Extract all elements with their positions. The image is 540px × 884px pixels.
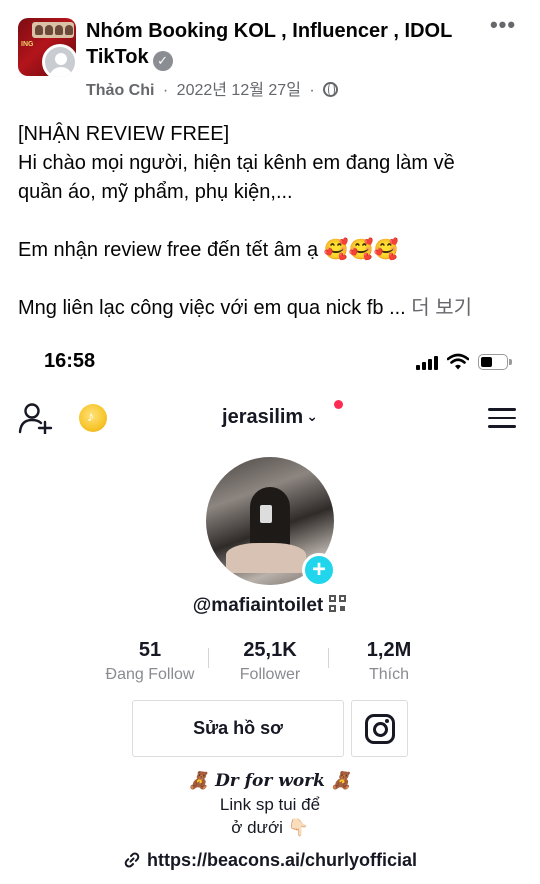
stat-label: Follower [239,666,301,683]
group-name[interactable]: Nhóm Booking KOL , Influencer , IDOL Tik… [86,18,481,71]
stat-likes[interactable]: 1,2M Thích [329,637,449,687]
globe-icon [323,82,339,97]
group-name-link[interactable]: Nhóm Booking KOL , Influencer , IDOL Tik… [86,20,452,68]
stat-label: Đang Follow [105,666,195,683]
more-dots-icon: ••• [489,12,517,37]
post-header: ING Nhóm Booking KOL , Influencer , IDOL… [0,0,540,108]
plus-icon: + [311,556,326,583]
bio-link-text[interactable]: https://beacons.ai/churlyofficial [147,850,417,870]
post-line: Hi chào mọi người, hiện tại kênh em đang… [18,152,455,174]
chevron-down-icon: ⌄ [306,408,318,424]
add-photo-button[interactable]: + [302,553,336,587]
status-time: 16:58 [44,350,96,372]
author-name[interactable]: Thảo Chi [86,82,154,99]
bio-line: ở dưới 👇🏻 [231,818,309,837]
author-avatar[interactable] [42,44,78,80]
post-date[interactable]: 2022년 12월 27일 [177,82,301,99]
bio-line: 🧸 Dr for work 🧸 [187,771,353,791]
qr-code-icon[interactable] [329,595,347,613]
post-text: [NHẬN REVIEW FREE] Hi chào mọi người, hi… [18,120,528,323]
post-line: [NHẬN REVIEW FREE] [18,123,230,145]
instagram-icon [365,714,395,744]
post-line-last: Mng liên lạc công việc với em qua nick f… [18,297,473,319]
account-switcher[interactable]: jerasilim ⌄ [0,406,540,429]
bio-line: Link sp tui để [219,795,321,814]
wifi-icon [447,353,469,370]
link-icon [124,852,140,868]
tiktok-profile-nav: jerasilim⌄ [0,392,540,442]
post-meta: Thảo Chi · 2022년 12월 27일 · [86,76,339,100]
see-more-link[interactable]: 더 보기 [411,297,472,319]
status-bar: 16:58 [0,344,540,380]
more-options-button[interactable]: ••• [486,14,520,38]
stat-following[interactable]: 51 Đang Follow [90,637,210,687]
profile-handle: @mafiaintoilet [0,595,540,617]
stat-value: 25,1K [243,639,297,661]
bio-link[interactable]: https://beacons.ai/churlyofficial [0,850,540,871]
battery-icon [478,354,512,370]
edit-profile-button[interactable]: Sửa hồ sơ [132,700,344,757]
notification-dot [334,400,343,409]
stat-followers[interactable]: 25,1K Follower [210,637,330,687]
group-avatar-text: ING [21,41,34,48]
post-line: Em nhận review free đến tết âm ạ 🥰🥰🥰 [18,239,399,261]
post-line: quần áo, mỹ phẩm, phụ kiện,... [18,181,293,203]
stat-value: 1,2M [366,639,412,661]
stat-value: 51 [138,639,162,661]
instagram-button[interactable] [351,700,408,757]
menu-icon[interactable] [488,408,516,428]
account-username: jerasilim [222,406,304,428]
profile-bio: 🧸 Dr for work 🧸 Link sp tui để ở dưới 👇🏻 [0,770,540,839]
stat-divider [208,648,209,668]
stat-label: Thích [368,666,409,683]
verified-badge-icon: ✓ [152,51,173,71]
signal-icon [416,356,438,370]
